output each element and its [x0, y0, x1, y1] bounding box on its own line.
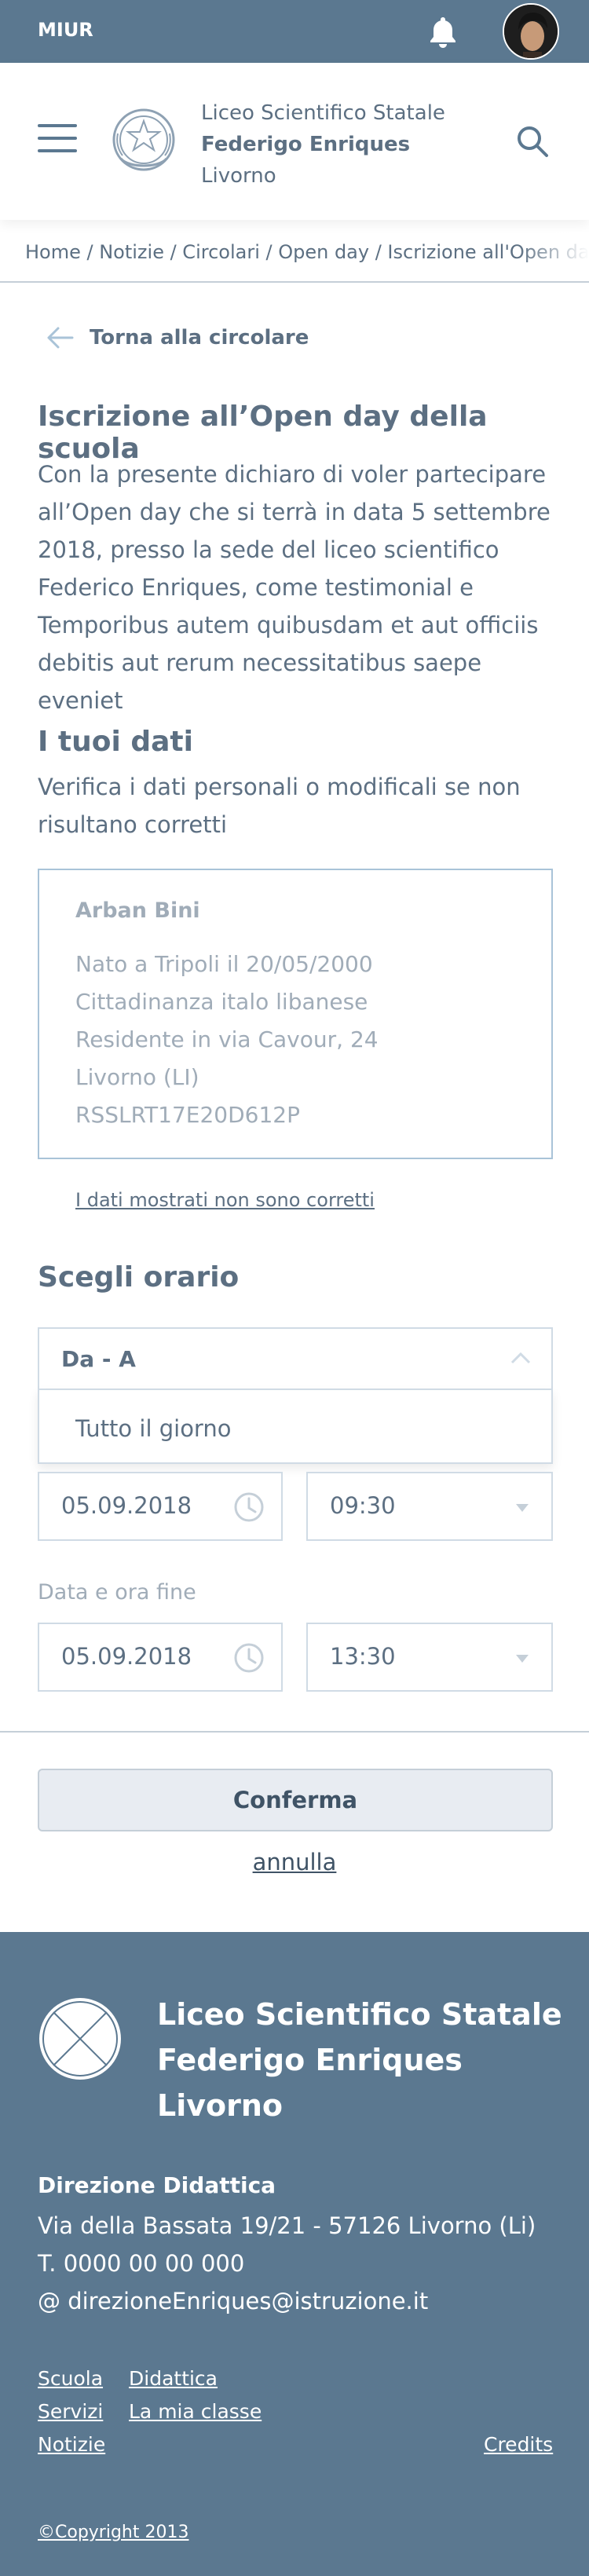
cancel-link-wrap: annulla — [0, 1849, 589, 1875]
school-name-line3: Livorno — [201, 164, 276, 188]
footer-address: Via della Bassata 19/21 - 57126 Livorno … — [38, 2212, 536, 2239]
footer-name-line2: Federigo Enriques — [157, 2043, 463, 2077]
section-title-dati: I tuoi dati — [38, 726, 193, 758]
footer-link-scuola[interactable]: Scuola — [38, 2367, 103, 2390]
menu-icon[interactable] — [38, 124, 77, 156]
footer-phone[interactable]: T. 0000 00 00 000 — [38, 2245, 536, 2282]
person-address: Residente in via Cavour, 24 — [75, 1026, 379, 1052]
footer-link-notizie[interactable]: Notizie — [38, 2433, 105, 2456]
person-name: Arban Bini — [75, 898, 200, 923]
clock-icon — [234, 1643, 264, 1673]
person-details: Nato a Tripoli il 20/05/2000 Cittadinanz… — [75, 946, 379, 1134]
caret-down-icon — [516, 1655, 529, 1663]
school-name-line1: Liceo Scientifico Statale — [201, 101, 445, 125]
footer-email[interactable]: @ direzioneEnriques@istruzione.it — [38, 2282, 536, 2320]
footer-link-la-mia-classe[interactable]: La mia classe — [129, 2400, 262, 2423]
person-city: Livorno (LI) — [75, 1064, 199, 1090]
search-icon[interactable] — [515, 124, 550, 159]
back-link-label: Torna alla circolare — [90, 326, 309, 349]
footer-link-credits[interactable]: Credits — [484, 2433, 553, 2456]
confirm-button[interactable]: Conferma — [38, 1769, 553, 1831]
top-bar: MIUR — [0, 0, 589, 63]
person-citizenship: Cittadinanza italo libanese — [75, 989, 368, 1015]
end-datetime-label: Data e ora fine — [38, 1580, 196, 1605]
brand-link[interactable]: MIUR — [38, 19, 93, 41]
chevron-up-icon — [510, 1352, 531, 1364]
start-time-select[interactable]: 09:30 — [306, 1472, 553, 1541]
caret-down-icon — [516, 1504, 529, 1512]
wrong-data-link[interactable]: I dati mostrati non sono corretti — [75, 1189, 375, 1211]
end-time-select[interactable]: 13:30 — [306, 1623, 553, 1692]
school-name-line2: Federigo Enriques — [201, 133, 411, 156]
end-date-value: 05.09.2018 — [61, 1643, 192, 1670]
clock-icon — [234, 1492, 264, 1522]
footer-copyright[interactable]: ©Copyright 2013 — [38, 2523, 188, 2542]
back-link[interactable]: Torna alla circolare — [46, 320, 309, 355]
start-time-value: 09:30 — [330, 1492, 396, 1519]
footer-school-name[interactable]: Liceo Scientifico Statale Federigo Enriq… — [157, 1992, 562, 2128]
intro-text: Con la presente dichiaro di voler partec… — [38, 461, 551, 714]
personal-data-card: Arban Bini Nato a Tripoli il 20/05/2000 … — [38, 869, 553, 1159]
person-fiscal-code: RSSLRT17E20D612P — [75, 1102, 300, 1128]
footer-name-line1: Liceo Scientifico Statale — [157, 1997, 562, 2032]
site-header: Liceo Scientifico Statale Federigo Enriq… — [0, 63, 589, 220]
end-date-field[interactable]: 05.09.2018 — [38, 1623, 283, 1692]
school-name[interactable]: Liceo Scientifico Statale Federigo Enriq… — [201, 97, 445, 192]
footer-contacts: Via della Bassata 19/21 - 57126 Livorno … — [38, 2207, 536, 2320]
breadcrumb: Home / Notizie / Circolari / Open day / … — [0, 232, 589, 283]
site-footer: Liceo Scientifico Statale Federigo Enriq… — [0, 1932, 589, 2576]
section-title-orario: Scegli orario — [38, 1261, 240, 1293]
emblem-icon — [112, 108, 175, 171]
footer-direction-title: Direzione Didattica — [38, 2172, 276, 2198]
section-subtitle-dati: Verifica i dati personali o modificali s… — [38, 774, 521, 838]
divider — [0, 1731, 589, 1733]
select-dropdown: Tutto il giorno — [38, 1389, 553, 1464]
footer-link-didattica[interactable]: Didattica — [129, 2367, 218, 2390]
select-value: Da - A — [61, 1346, 136, 1372]
cancel-link[interactable]: annulla — [253, 1849, 337, 1875]
arrow-left-icon — [47, 327, 74, 349]
time-range-select[interactable]: Da - A — [38, 1327, 553, 1390]
footer-name-line3: Livorno — [157, 2088, 284, 2123]
person-birth: Nato a Tripoli il 20/05/2000 — [75, 951, 373, 977]
avatar[interactable] — [503, 3, 559, 60]
placeholder-logo-icon — [39, 1998, 121, 2080]
start-date-field[interactable]: 05.09.2018 — [38, 1472, 283, 1541]
end-time-value: 13:30 — [330, 1643, 396, 1670]
breadcrumb-text[interactable]: Home / Notizie / Circolari / Open day / … — [25, 241, 589, 263]
footer-link-servizi[interactable]: Servizi — [38, 2400, 103, 2423]
breadcrumb-fade — [518, 232, 589, 280]
dropdown-option[interactable]: Tutto il giorno — [75, 1415, 231, 1442]
start-date-value: 05.09.2018 — [61, 1492, 192, 1519]
bell-icon[interactable] — [426, 14, 460, 49]
